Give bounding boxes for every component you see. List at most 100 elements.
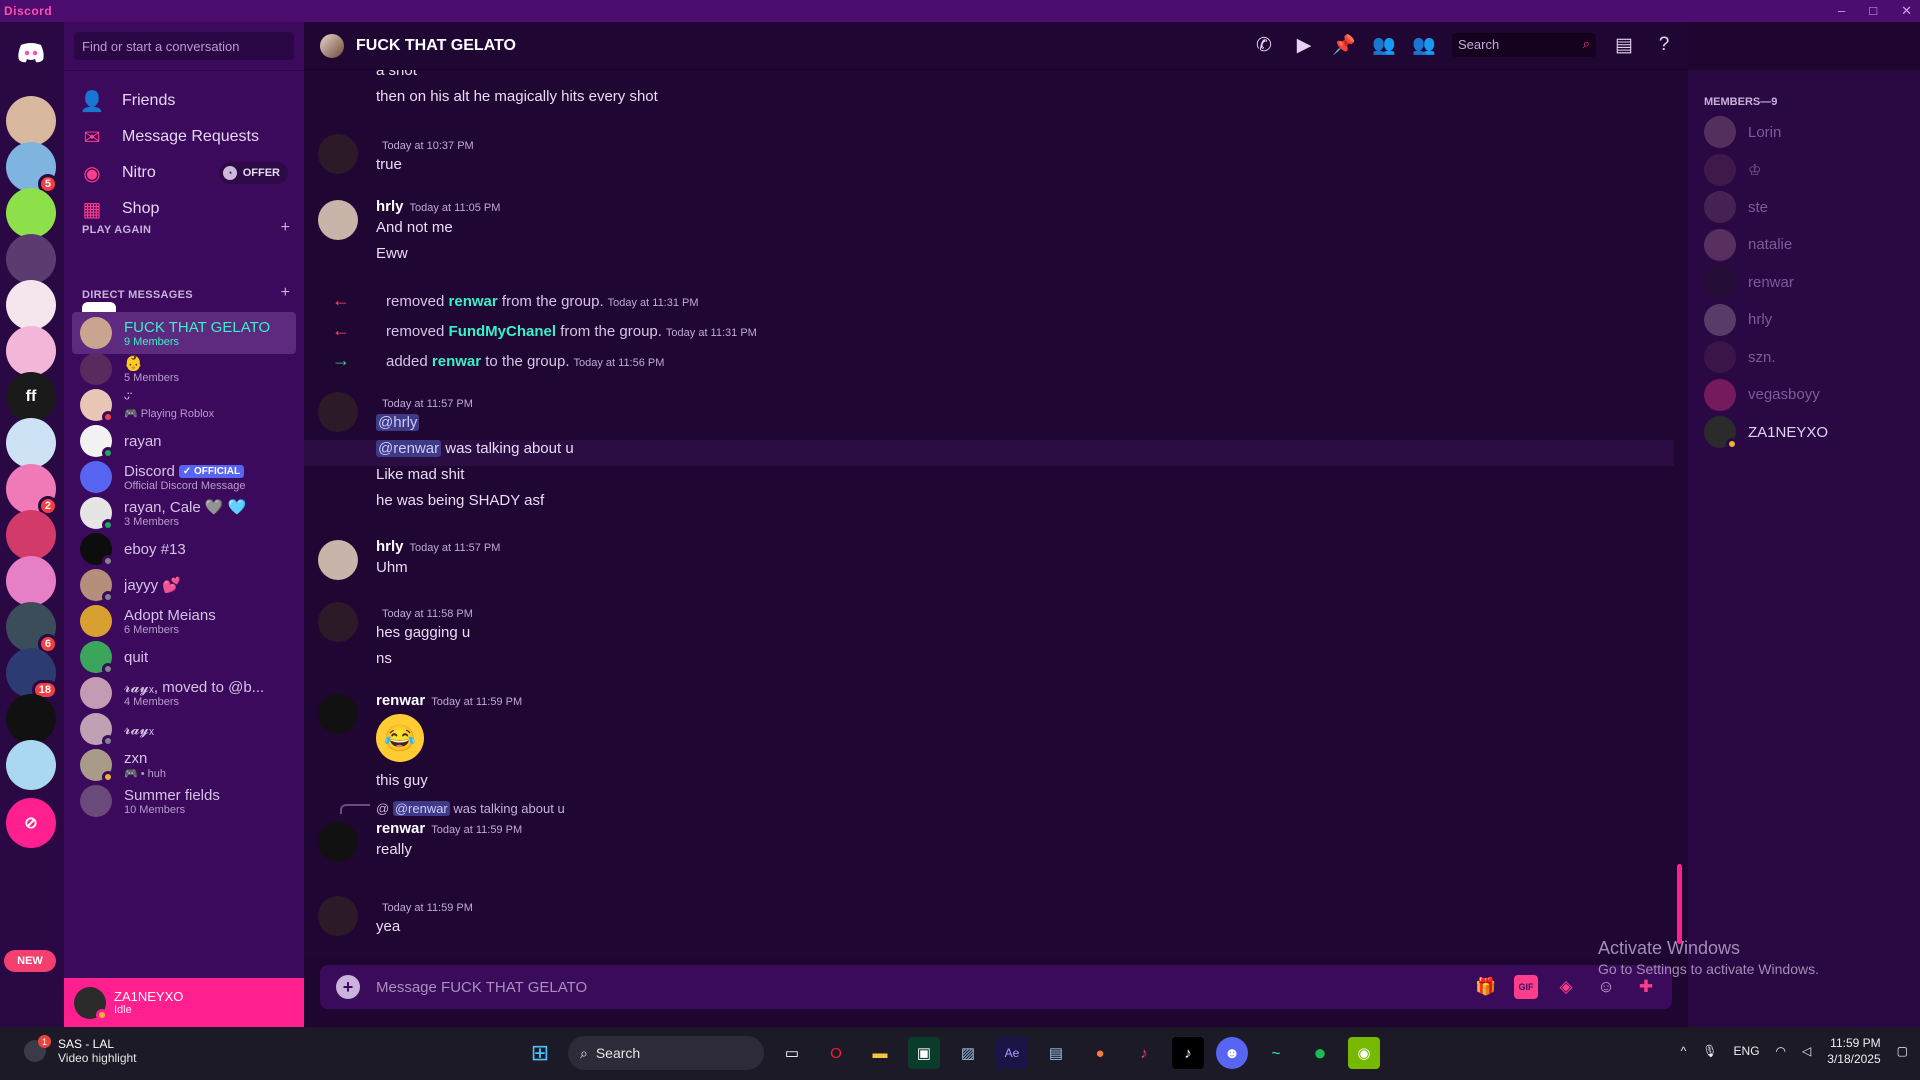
offer-badge[interactable]: ◔ OFFER xyxy=(218,162,288,184)
create-dm-icon[interactable]: + xyxy=(281,284,290,302)
member-item[interactable]: Lorin xyxy=(1704,112,1781,152)
server-icon[interactable] xyxy=(6,96,56,146)
server-icon[interactable] xyxy=(6,694,56,744)
opera-icon[interactable]: O xyxy=(820,1037,852,1069)
explorer-icon[interactable]: ▬ xyxy=(864,1037,896,1069)
server-icon[interactable] xyxy=(6,188,56,238)
attach-button[interactable]: + xyxy=(336,975,360,999)
nvidia-icon[interactable]: ◉ xyxy=(1348,1037,1380,1069)
maximize-button[interactable]: □ xyxy=(1869,0,1877,22)
server-icon[interactable]: ff xyxy=(6,372,56,422)
server-icon[interactable] xyxy=(6,556,56,606)
author-name[interactable]: hrly xyxy=(376,198,404,215)
official-badge: ✓ OFFICIAL xyxy=(178,464,245,478)
member-item[interactable]: ZA1NEYXO xyxy=(1704,412,1828,452)
member-item[interactable]: vegasboyy xyxy=(1704,375,1820,415)
inbox-icon[interactable]: ▤ xyxy=(1612,33,1636,57)
nav-friends[interactable]: 👤 Friends xyxy=(72,81,296,121)
app-icon[interactable]: ▨ xyxy=(952,1037,984,1069)
member-name: Lorin xyxy=(1748,123,1782,141)
sticker-icon[interactable]: ◈ xyxy=(1554,975,1578,999)
nav-nitro[interactable]: ◉ Nitro ◔ OFFER xyxy=(72,153,296,193)
member-item[interactable]: renwar xyxy=(1704,262,1794,302)
taskbar-search[interactable]: ⌕ Search xyxy=(568,1036,764,1070)
video-icon[interactable]: ▶ xyxy=(1292,33,1316,57)
member-item[interactable]: ste xyxy=(1704,187,1768,227)
dm-name: 👶 xyxy=(124,355,143,372)
dm-item[interactable]: Summer fields 10 Members xyxy=(72,780,296,822)
server-icon[interactable] xyxy=(6,510,56,560)
mention[interactable]: @hrly xyxy=(376,414,420,431)
dm-name: ᵕ̈ xyxy=(124,390,130,407)
dm-search-input[interactable]: Find or start a conversation xyxy=(74,32,294,60)
user-panel[interactable]: ZA1NEYXO Idle xyxy=(64,978,304,1027)
gift-icon[interactable]: 🎁 xyxy=(1474,975,1498,999)
timestamp: Today at 11:31 PM xyxy=(607,297,699,309)
message-composer[interactable]: + Message FUCK THAT GELATO 🎁 GIF ◈ ☺ ✚ xyxy=(320,965,1672,1009)
taskview-icon[interactable]: ▭ xyxy=(776,1037,808,1069)
app-icon[interactable]: ▤ xyxy=(1040,1037,1072,1069)
author-name[interactable]: renwar xyxy=(376,692,425,709)
app-icon[interactable]: ~ xyxy=(1260,1037,1292,1069)
apps-icon[interactable]: ✚ xyxy=(1634,975,1658,999)
nav-message-requests[interactable]: ✉ Message Requests xyxy=(72,117,296,157)
server-icon[interactable] xyxy=(6,326,56,376)
gif-button[interactable]: GIF xyxy=(1514,975,1538,999)
phone-icon[interactable]: ✆ xyxy=(1252,33,1276,57)
microphone-icon[interactable]: 🎙 xyxy=(1702,1044,1717,1058)
server-icon[interactable] xyxy=(6,280,56,330)
nav-label: Shop xyxy=(122,200,160,217)
music-icon[interactable]: ♪ xyxy=(1128,1037,1160,1069)
server-icon[interactable]: 5 xyxy=(6,142,58,194)
start-icon[interactable]: ⊞ xyxy=(524,1037,556,1069)
members-icon[interactable]: 👥 xyxy=(1412,33,1436,57)
server-icon[interactable]: 6 xyxy=(6,602,58,654)
search-input[interactable]: Search ⌕ xyxy=(1452,33,1596,57)
user-link[interactable]: renwar xyxy=(449,293,498,310)
reply-connector xyxy=(340,804,370,814)
user-link[interactable]: FundMyChanel xyxy=(449,323,557,340)
mention[interactable]: @renwar xyxy=(376,440,442,457)
server-icon[interactable] xyxy=(6,418,56,468)
app-icon[interactable]: ▣ xyxy=(908,1037,940,1069)
wifi-icon[interactable]: ◠ xyxy=(1776,1044,1786,1058)
help-icon[interactable]: ? xyxy=(1652,33,1676,57)
member-item[interactable]: natalie xyxy=(1704,225,1792,265)
tiktok-icon[interactable]: ♪ xyxy=(1172,1037,1204,1069)
scrollbar[interactable] xyxy=(1677,864,1682,944)
clock[interactable]: 11:59 PM 3/18/2025 xyxy=(1827,1035,1880,1067)
member-item[interactable]: ♔ xyxy=(1704,150,1761,190)
microphone-icon[interactable]: ● xyxy=(1084,1037,1116,1069)
dm-name: eboy #13 xyxy=(124,540,186,558)
reply-preview[interactable]: @ @renwar was talking about u xyxy=(376,801,565,816)
user-link[interactable]: renwar xyxy=(432,353,481,370)
language-indicator[interactable]: ENG xyxy=(1734,1044,1760,1058)
after-effects-icon[interactable]: Ae xyxy=(996,1037,1028,1069)
close-button[interactable]: ✕ xyxy=(1901,0,1912,22)
server-icon[interactable] xyxy=(6,234,56,284)
add-member-icon[interactable]: 👥 xyxy=(1372,33,1396,57)
home-button[interactable] xyxy=(6,28,56,78)
discord-icon[interactable]: ☻ xyxy=(1216,1037,1248,1069)
server-icon[interactable]: 18 xyxy=(6,648,58,700)
author-name[interactable]: hrly xyxy=(376,538,404,555)
member-item[interactable]: szn. xyxy=(1704,337,1776,377)
message-input[interactable]: Message FUCK THAT GELATO xyxy=(376,979,587,996)
emoji-icon[interactable]: ☺ xyxy=(1594,975,1618,999)
member-item[interactable]: hrly xyxy=(1704,300,1772,340)
message-text: he was being SHADY asf xyxy=(376,492,545,509)
server-icon[interactable] xyxy=(6,740,56,790)
weather-widget[interactable]: SAS - LAL Video highlight xyxy=(24,1035,137,1065)
discover-icon[interactable]: ⊘ xyxy=(6,798,56,848)
nav-shop[interactable]: ▦ Shop xyxy=(72,189,296,229)
server-icon[interactable]: 2 xyxy=(6,464,58,516)
author-name[interactable]: renwar xyxy=(376,820,425,837)
spotify-icon[interactable]: ● xyxy=(1304,1037,1336,1069)
chevron-up-icon[interactable]: ^ xyxy=(1681,1044,1687,1058)
add-play-icon[interactable]: + xyxy=(281,219,290,237)
notification-icon[interactable]: ▢ xyxy=(1897,1044,1908,1058)
dm-subtext: 🎮 Playing Roblox xyxy=(124,408,215,420)
volume-icon[interactable]: ◁ xyxy=(1802,1044,1811,1058)
pin-icon[interactable]: 📌 xyxy=(1332,33,1356,57)
minimize-button[interactable]: – xyxy=(1838,0,1845,22)
